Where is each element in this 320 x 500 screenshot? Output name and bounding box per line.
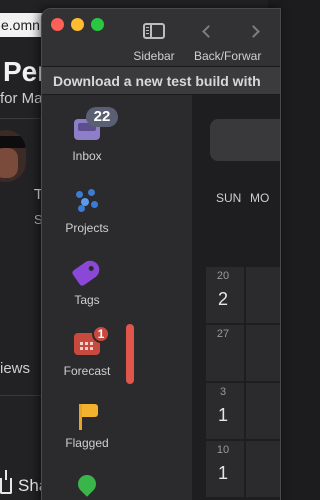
sidebar-item-inbox[interactable]: 22 Inbox <box>42 107 132 163</box>
cell-date: 3 <box>219 386 227 398</box>
nav-arrows <box>194 23 260 39</box>
sidebar-icon <box>143 23 165 39</box>
sidebar-item-forecast[interactable]: 1 Forecast <box>42 325 132 378</box>
tag-icon <box>71 257 103 287</box>
cell-count: 2 <box>217 289 228 309</box>
flag-icon <box>79 404 98 430</box>
calendar-cell[interactable] <box>246 267 280 323</box>
inbox-icon-container: 22 <box>72 107 118 143</box>
location-pin-icon <box>74 471 100 497</box>
face-graphic <box>0 148 18 178</box>
projects-dots-icon <box>76 189 100 213</box>
zoom-window-button[interactable] <box>91 18 104 31</box>
calendar-cell[interactable]: 10 1 <box>206 441 244 497</box>
calendar-cell[interactable] <box>246 441 280 497</box>
flagged-icon-container <box>72 400 102 430</box>
forecast-calendar: SUN MO 20 2 27 3 1 10 1 <box>192 95 280 500</box>
calendar-cell[interactable]: 3 1 <box>206 383 244 439</box>
calendar-cell[interactable]: 27 <box>206 325 244 381</box>
avatar[interactable] <box>0 130 26 182</box>
sidebar-item-label: Inbox <box>72 149 102 163</box>
day-header-monday: MO <box>250 191 270 205</box>
back-forward-control[interactable]: Back/Forwar <box>194 23 280 63</box>
inbox-count-badge: 22 <box>86 107 118 127</box>
drop-indicator-bar <box>126 324 134 384</box>
sidebar-item-label: Forecast <box>63 364 111 378</box>
calendar-cell[interactable]: 20 2 <box>206 267 244 323</box>
day-header-sunday: SUN <box>216 191 242 205</box>
forecast-count-badge: 1 <box>92 325 110 343</box>
back-forward-label: Back/Forwar <box>194 49 262 63</box>
perspectives-sidebar: 22 Inbox Projects Tags 1 Forecast Flagge… <box>42 95 192 500</box>
sidebar-item-label: Tags <box>74 293 100 307</box>
test-build-banner[interactable]: Download a new test build with <box>42 67 280 95</box>
chevron-right-icon[interactable] <box>247 24 260 38</box>
cell-count: 1 <box>217 405 228 425</box>
share-icon <box>0 470 12 494</box>
chevron-left-icon[interactable] <box>202 24 215 38</box>
cell-date: 27 <box>216 328 230 340</box>
projects-icon-container <box>72 185 102 215</box>
sidebar-item-label: Projects <box>65 221 109 235</box>
sidebar-item-projects[interactable]: Projects <box>42 185 132 235</box>
sidebar-item-tags[interactable]: Tags <box>42 257 132 307</box>
sidebar-button-label: Sidebar <box>133 49 175 63</box>
nearby-icon-container <box>72 471 102 500</box>
cell-count: 1 <box>217 463 228 483</box>
sidebar-item-flagged[interactable]: Flagged <box>42 400 132 450</box>
sidebar-item-nearby[interactable] <box>42 471 132 500</box>
minimize-window-button[interactable] <box>71 18 84 31</box>
page-subtitle: for Ma <box>0 90 43 107</box>
cell-date: 10 <box>216 444 230 456</box>
calendar-cell[interactable] <box>246 383 280 439</box>
omnifocus-window: Sidebar Back/Forwar Download a new test … <box>41 8 281 500</box>
hat-graphic <box>0 136 26 148</box>
forecast-header-panel[interactable] <box>210 119 280 161</box>
calendar-cell[interactable] <box>246 325 280 381</box>
window-toolbar: Sidebar Back/Forwar <box>42 9 280 67</box>
tags-icon-container <box>71 257 103 287</box>
close-window-button[interactable] <box>51 18 64 31</box>
forecast-icon-container: 1 <box>72 325 110 358</box>
views-count: iews <box>0 360 31 377</box>
sidebar-item-label: Flagged <box>65 436 109 450</box>
toggle-sidebar-button[interactable]: Sidebar <box>128 23 180 63</box>
cell-date: 20 <box>216 270 230 282</box>
